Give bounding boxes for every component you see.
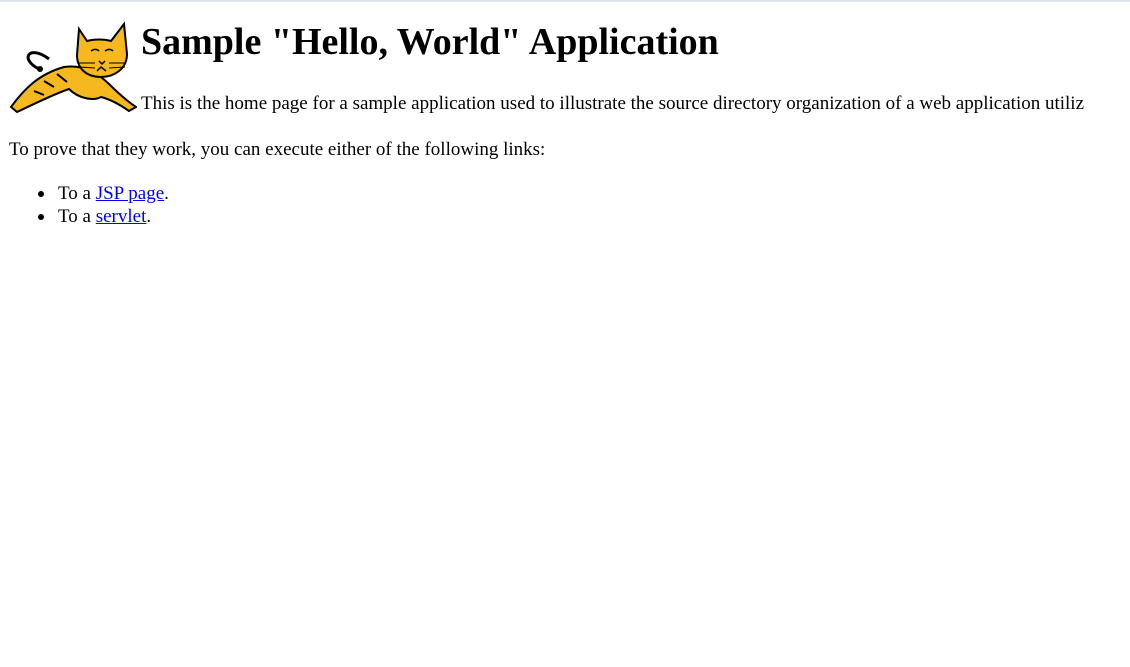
links-list: To a JSP page. To a servlet. <box>38 182 169 228</box>
page-title: Sample "Hello, World" Application <box>141 21 719 63</box>
list-item-suffix: . <box>164 183 169 204</box>
page: Sample "Hello, World" Application This i… <box>0 2 1130 667</box>
bullet-icon <box>38 191 44 197</box>
servlet-link[interactable]: servlet <box>96 206 147 227</box>
list-item-servlet: To a servlet. <box>38 205 169 228</box>
instructions-paragraph: To prove that they work, you can execute… <box>9 139 546 160</box>
bullet-icon <box>38 214 44 220</box>
list-item-suffix: . <box>146 206 152 227</box>
list-item-jsp: To a JSP page. <box>38 182 169 205</box>
tomcat-logo-icon <box>9 21 137 114</box>
list-item-prefix: To a <box>58 206 96 227</box>
list-item-prefix: To a <box>58 183 96 204</box>
jsp-page-link[interactable]: JSP page <box>96 183 164 204</box>
intro-paragraph: This is the home page for a sample appli… <box>141 93 1085 114</box>
